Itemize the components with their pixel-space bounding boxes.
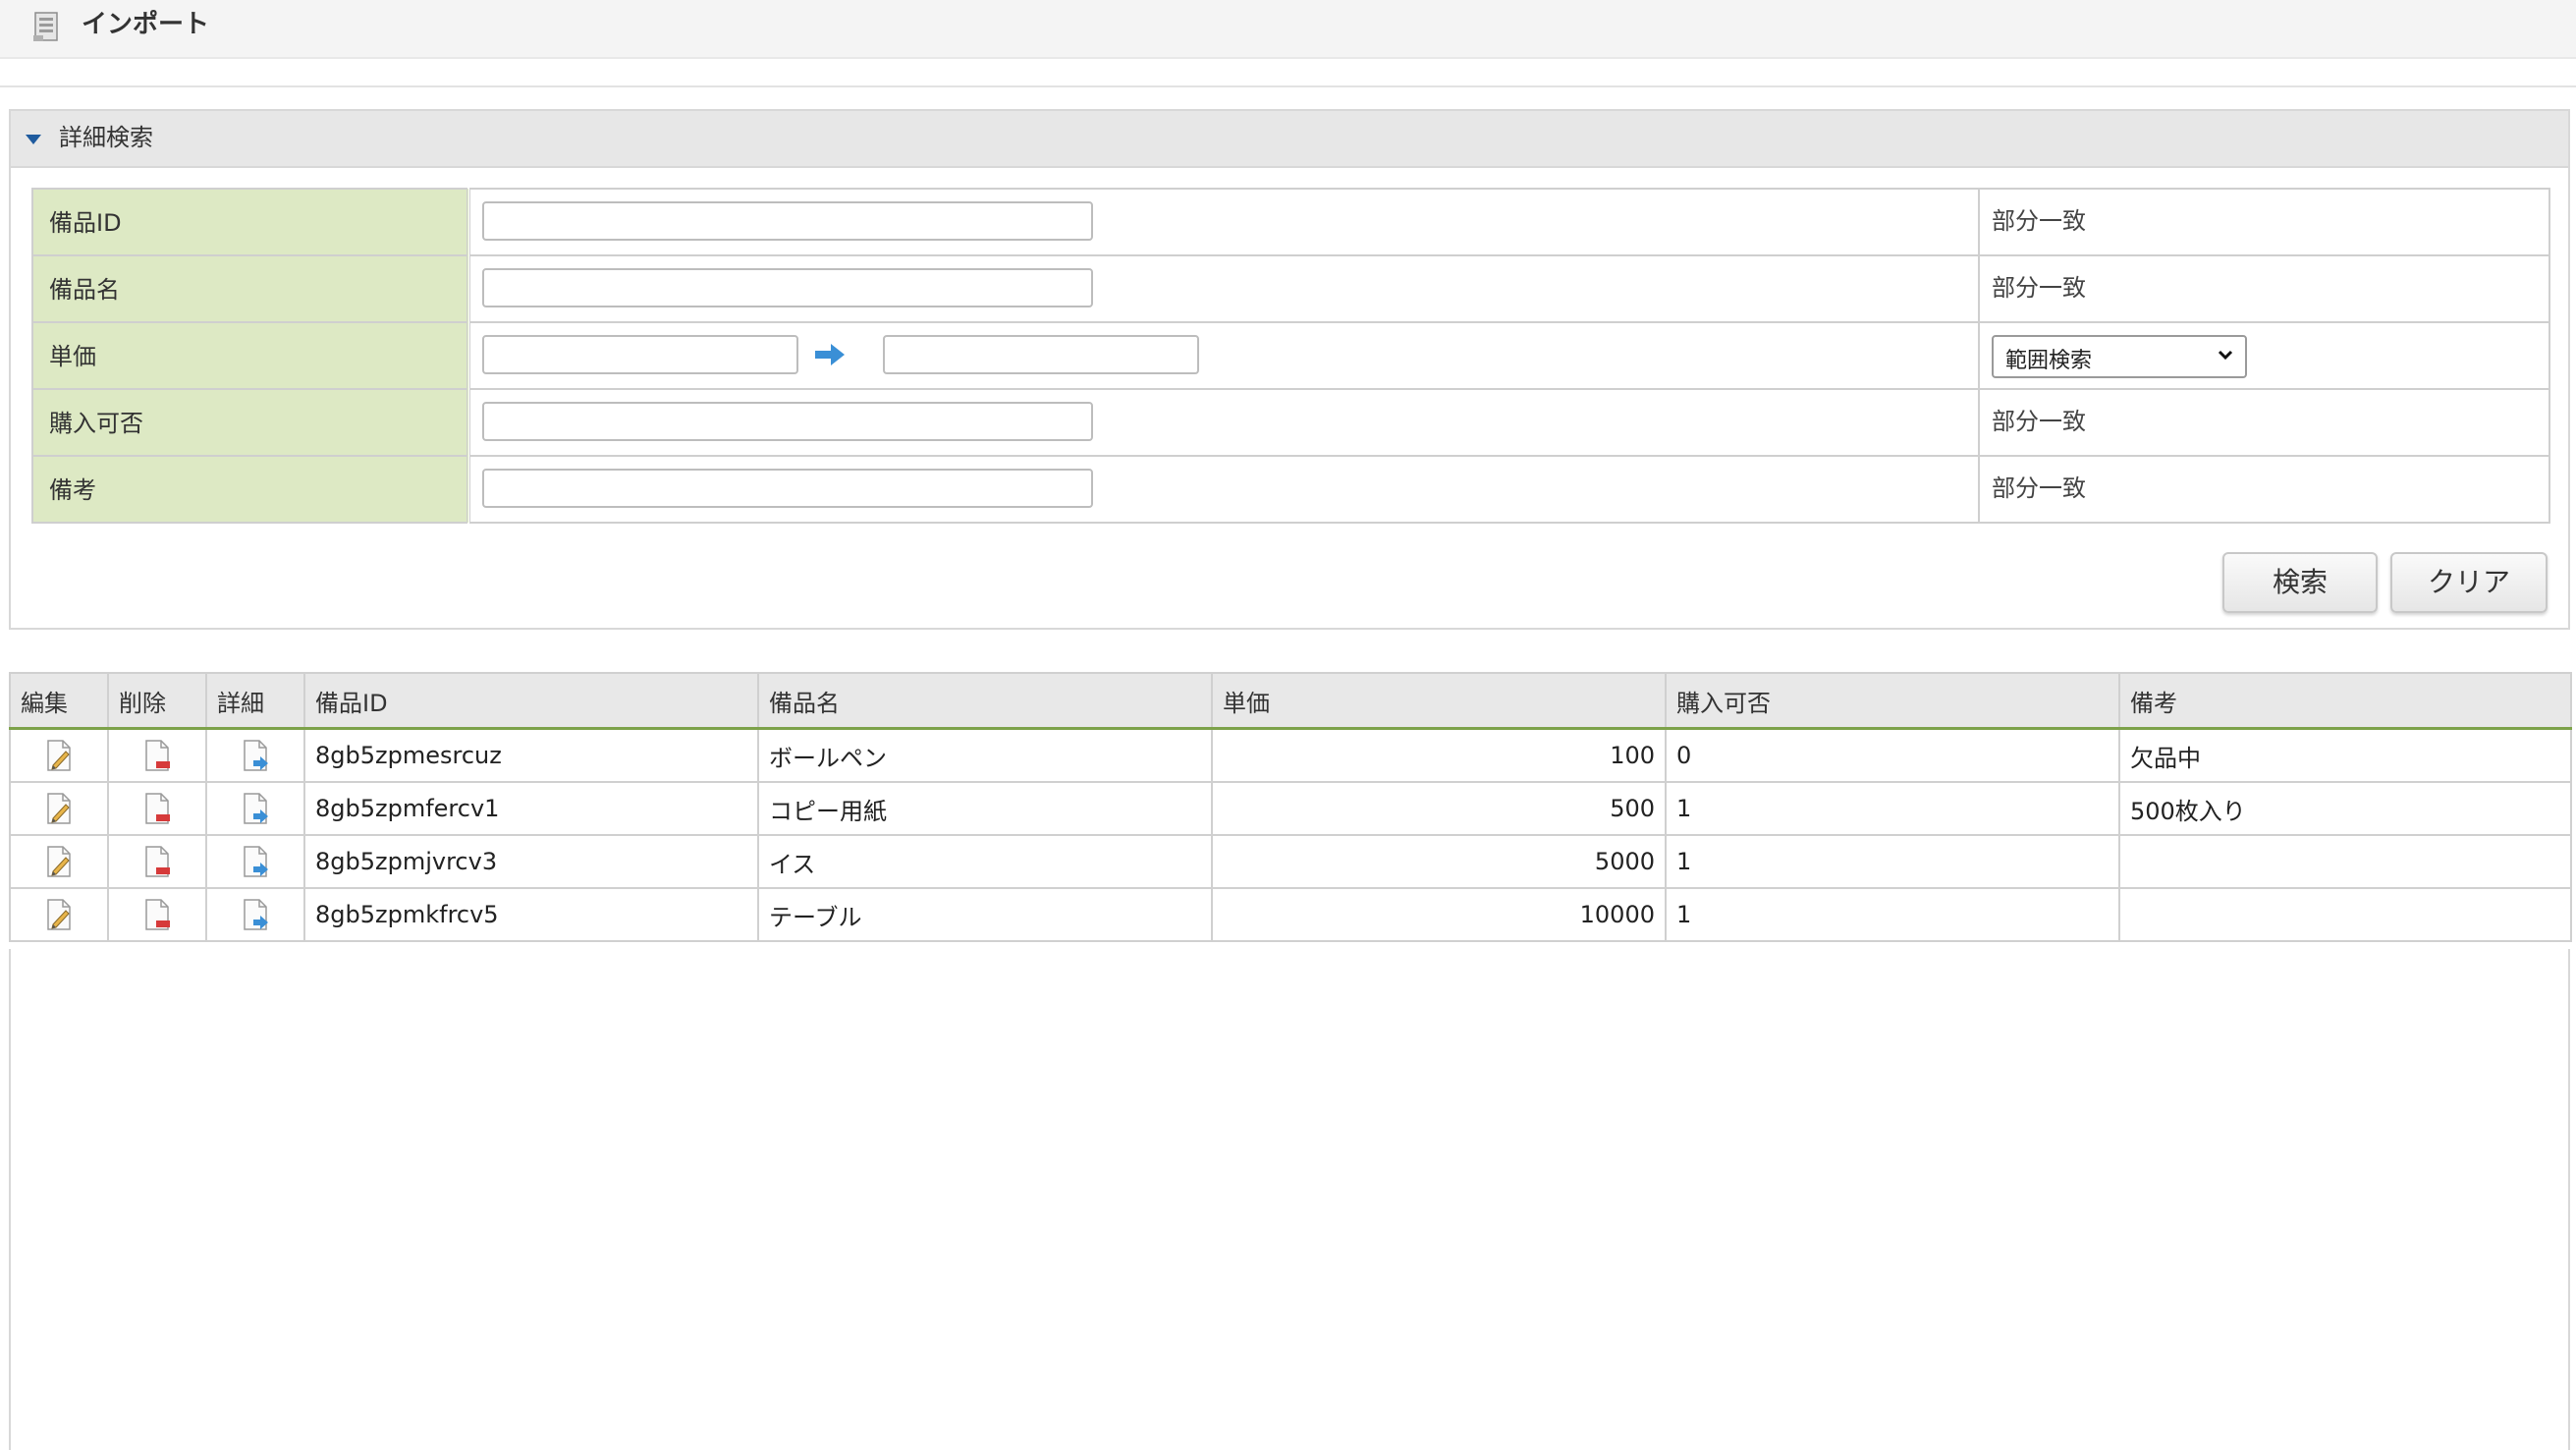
page-header: インポート bbox=[0, 0, 2576, 59]
cell-id: 8gb5zpmfercv1 bbox=[303, 781, 759, 836]
search-panel-title: 詳細検索 bbox=[59, 124, 153, 151]
cell-name: テーブル bbox=[757, 887, 1213, 942]
detail-icon[interactable] bbox=[241, 739, 270, 772]
match-type-name: 部分一致 bbox=[1978, 254, 2550, 323]
cell-note bbox=[2118, 834, 2572, 889]
delete-icon[interactable] bbox=[142, 739, 172, 772]
detail-icon[interactable] bbox=[241, 845, 270, 878]
id-input[interactable] bbox=[482, 201, 1093, 241]
note-input[interactable] bbox=[482, 469, 1093, 508]
column-header-name[interactable]: 備品名 bbox=[757, 672, 1213, 730]
price-match-select-value: 範囲検索 bbox=[2005, 349, 2093, 373]
field-label-purchasable: 購入可否 bbox=[31, 388, 470, 457]
cell-name: ボールペン bbox=[757, 727, 1213, 783]
match-type-note: 部分一致 bbox=[1978, 455, 2550, 524]
table-row: 8gb5zpmesrcuz ボールペン 100 0 欠品中 bbox=[9, 727, 2572, 783]
table-empty-area bbox=[9, 949, 2570, 1450]
cell-purchasable: 1 bbox=[1665, 781, 2120, 836]
search-button[interactable]: 検索 bbox=[2222, 552, 2378, 613]
search-form: 備品ID 部分一致 備品名 部分一致 単価 範囲検索 購入可否 部分一致 備考 … bbox=[31, 188, 2550, 524]
cell-purchasable: 1 bbox=[1665, 834, 2120, 889]
price-from-input[interactable] bbox=[482, 335, 798, 374]
cell-id: 8gb5zpmesrcuz bbox=[303, 727, 759, 783]
cell-price: 100 bbox=[1211, 727, 1667, 783]
cell-name: イス bbox=[757, 834, 1213, 889]
table-row: 8gb5zpmfercv1 コピー用紙 500 1 500枚入り bbox=[9, 781, 2572, 836]
edit-icon[interactable] bbox=[44, 845, 74, 878]
table-header-row: 編集 削除 詳細 備品ID 備品名 単価 購入可否 備考 bbox=[9, 672, 2572, 730]
cell-id: 8gb5zpmkfrcv5 bbox=[303, 887, 759, 942]
cell-price: 10000 bbox=[1211, 887, 1667, 942]
field-row-note: 備考 部分一致 bbox=[31, 455, 2550, 524]
column-header-price[interactable]: 単価 bbox=[1211, 672, 1667, 730]
cell-purchasable: 1 bbox=[1665, 887, 2120, 942]
search-panel-header[interactable]: 詳細検索 bbox=[11, 111, 2568, 168]
field-label-name: 備品名 bbox=[31, 254, 470, 323]
column-header-note[interactable]: 備考 bbox=[2118, 672, 2572, 730]
arrow-right-icon bbox=[815, 344, 845, 365]
cell-name: コピー用紙 bbox=[757, 781, 1213, 836]
match-type-id: 部分一致 bbox=[1978, 188, 2550, 256]
field-row-name: 備品名 部分一致 bbox=[31, 254, 2550, 323]
field-row-purchasable: 購入可否 部分一致 bbox=[31, 388, 2550, 457]
field-label-price: 単価 bbox=[31, 321, 470, 390]
page-title: インポート bbox=[82, 10, 210, 39]
detail-icon[interactable] bbox=[241, 898, 270, 931]
delete-icon[interactable] bbox=[142, 845, 172, 878]
column-header-edit: 編集 bbox=[9, 672, 109, 730]
field-row-price: 単価 範囲検索 bbox=[31, 321, 2550, 390]
name-input[interactable] bbox=[482, 268, 1093, 307]
delete-icon[interactable] bbox=[142, 898, 172, 931]
table-row: 8gb5zpmkfrcv5 テーブル 10000 1 bbox=[9, 887, 2572, 942]
search-panel: 詳細検索 備品ID 部分一致 備品名 部分一致 単価 範囲検索 購入可否 部分一… bbox=[9, 109, 2570, 630]
column-header-delete: 削除 bbox=[107, 672, 207, 730]
column-header-id[interactable]: 備品ID bbox=[303, 672, 759, 730]
column-header-detail: 詳細 bbox=[205, 672, 305, 730]
edit-icon[interactable] bbox=[44, 898, 74, 931]
cell-id: 8gb5zpmjvrcv3 bbox=[303, 834, 759, 889]
divider bbox=[0, 85, 2576, 87]
cell-note bbox=[2118, 887, 2572, 942]
cell-price: 5000 bbox=[1211, 834, 1667, 889]
import-icon bbox=[33, 12, 58, 41]
edit-icon[interactable] bbox=[44, 792, 74, 825]
field-label-id: 備品ID bbox=[31, 188, 470, 256]
cell-note: 欠品中 bbox=[2118, 727, 2572, 783]
clear-button[interactable]: クリア bbox=[2390, 552, 2548, 613]
field-row-id: 備品ID 部分一致 bbox=[31, 188, 2550, 256]
table-row: 8gb5zpmjvrcv3 イス 5000 1 bbox=[9, 834, 2572, 889]
price-to-input[interactable] bbox=[883, 335, 1199, 374]
cell-note: 500枚入り bbox=[2118, 781, 2572, 836]
price-match-select[interactable]: 範囲検索 bbox=[1992, 335, 2247, 378]
match-type-purchasable: 部分一致 bbox=[1978, 388, 2550, 457]
detail-icon[interactable] bbox=[241, 792, 270, 825]
chevron-down-icon bbox=[2218, 350, 2233, 361]
collapse-triangle-icon[interactable] bbox=[26, 135, 41, 144]
edit-icon[interactable] bbox=[44, 739, 74, 772]
cell-purchasable: 0 bbox=[1665, 727, 2120, 783]
field-label-note: 備考 bbox=[31, 455, 470, 524]
delete-icon[interactable] bbox=[142, 792, 172, 825]
column-header-purchasable[interactable]: 購入可否 bbox=[1665, 672, 2120, 730]
purchasable-input[interactable] bbox=[482, 402, 1093, 441]
results-table: 編集 削除 詳細 備品ID 備品名 単価 購入可否 備考 8gb5zpmesrc… bbox=[9, 672, 2572, 942]
cell-price: 500 bbox=[1211, 781, 1667, 836]
